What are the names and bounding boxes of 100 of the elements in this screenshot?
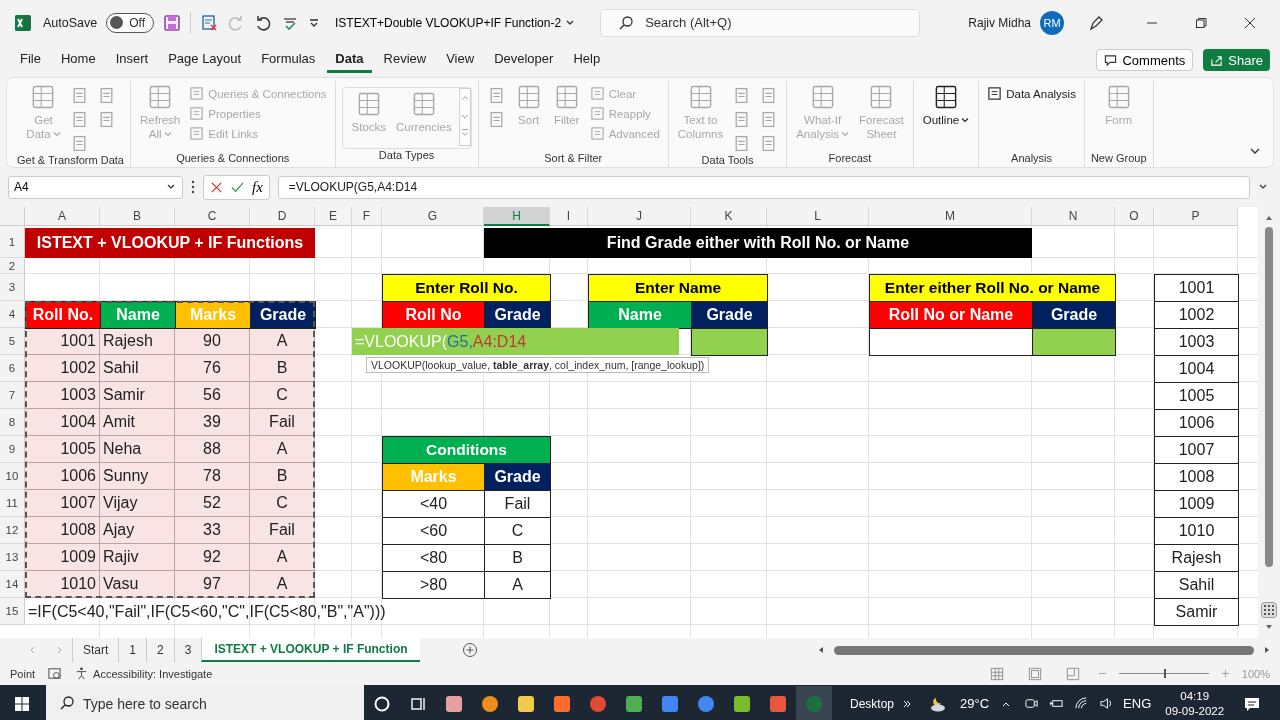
cancel-icon[interactable] (210, 180, 223, 194)
column-header[interactable]: N (1032, 207, 1115, 226)
document-title[interactable]: ISTEXT+Double VLOOKUP+IF Function-2 (335, 15, 576, 30)
column-header[interactable]: E (315, 207, 352, 226)
menu-tab[interactable]: Developer (486, 47, 562, 73)
table-cell: Fail (484, 490, 551, 518)
app-icon[interactable] (444, 693, 464, 714)
undo-icon[interactable] (254, 13, 272, 32)
column-header[interactable]: L (767, 207, 869, 226)
menu-tab[interactable]: Home (52, 47, 104, 73)
row-header[interactable]: 3 (0, 274, 25, 301)
sheet-tab[interactable]: ISTEXT + VLOOKUP + IF Function (201, 638, 420, 662)
search-field[interactable]: Search (Alt+Q) (600, 8, 921, 37)
menu-tab[interactable]: Page Layout (160, 47, 250, 73)
share-button[interactable]: Share (1203, 49, 1270, 71)
row-header[interactable]: 6 (0, 355, 25, 382)
column-header[interactable]: K (691, 207, 767, 226)
row-header[interactable]: 9 (0, 436, 25, 463)
row-header[interactable]: 5 (0, 328, 25, 355)
ribbon-button[interactable]: Data Analysis (985, 85, 1078, 102)
column-header[interactable]: G (382, 207, 484, 226)
app-icon[interactable] (660, 693, 680, 714)
row-header[interactable]: 1 (0, 226, 25, 258)
app-icon[interactable] (516, 693, 536, 714)
sheet-tab[interactable]: Start (72, 638, 119, 662)
horizontal-scrollbar[interactable] (834, 645, 1254, 655)
app-icon[interactable] (768, 693, 788, 714)
column-header[interactable]: D (250, 207, 315, 226)
keypad-icon[interactable] (1261, 602, 1277, 618)
temperature[interactable]: 29°C (960, 696, 990, 711)
column-header[interactable]: J (588, 207, 691, 226)
column-header[interactable]: P (1154, 207, 1238, 226)
user-avatar[interactable]: RM (1040, 10, 1064, 35)
clock-time[interactable]: 04:19 (1180, 688, 1210, 704)
table-cell: Rajesh (1154, 544, 1239, 572)
add-sheet-icon[interactable] (461, 642, 478, 658)
scroll-thumb[interactable] (1265, 227, 1273, 567)
column-header[interactable]: O (1115, 207, 1154, 226)
desktop-label[interactable]: Desktop (850, 696, 895, 711)
row-header[interactable]: 13 (0, 544, 25, 571)
table-cell: 1006 (1154, 409, 1239, 437)
input-cell[interactable] (691, 328, 768, 356)
camera-icon[interactable] (1024, 696, 1040, 711)
sheet-tab[interactable]: 1 (118, 638, 147, 662)
row-header[interactable]: 4 (0, 301, 25, 328)
row-header[interactable]: 7 (0, 382, 25, 409)
clock-date[interactable]: 09-09-2022 (1165, 703, 1225, 719)
name-box[interactable]: A4 (8, 175, 183, 199)
input-cell[interactable] (1032, 328, 1116, 356)
row-header[interactable]: 15 (0, 598, 25, 625)
app-icon[interactable] (624, 693, 644, 714)
menu-tab[interactable]: Review (375, 47, 435, 73)
table-cell: 76 (175, 355, 250, 382)
page-layout-icon[interactable] (1027, 666, 1042, 681)
row-header[interactable]: 2 (0, 258, 25, 274)
formula-field[interactable]: =VLOOKUP(G5,A4:D14 (277, 175, 1250, 199)
row-header[interactable]: 10 (0, 463, 25, 490)
menu-tab[interactable]: View (438, 47, 483, 73)
menu-tab[interactable]: File (12, 47, 49, 73)
enter-icon[interactable] (231, 180, 244, 194)
input-cell[interactable] (869, 328, 1033, 356)
chevron-icon[interactable] (902, 698, 913, 709)
zoom-slider-thumb[interactable] (1163, 669, 1166, 678)
app-icon[interactable] (696, 693, 716, 714)
menu-tab[interactable]: Formulas (253, 47, 324, 73)
column-header[interactable]: F (352, 207, 382, 226)
column-header[interactable]: A (25, 207, 100, 226)
ribbon-button[interactable]: Outline (919, 81, 973, 129)
autosave-toggle[interactable]: Off (106, 12, 154, 33)
form-icon[interactable] (200, 13, 218, 32)
normal-view-icon[interactable] (989, 666, 1004, 681)
row-header[interactable]: 12 (0, 517, 25, 544)
column-header[interactable]: B (100, 207, 175, 226)
restore-icon[interactable] (1195, 16, 1207, 29)
column-header[interactable]: M (869, 207, 1032, 226)
column-title: Roll No or Name (869, 301, 1033, 329)
insert-function-button[interactable]: fx (252, 178, 263, 196)
accessibility-status[interactable]: Accessibility: Investigate (93, 667, 213, 680)
row-header[interactable]: 11 (0, 490, 25, 517)
app-icon[interactable] (552, 693, 572, 714)
menu-tab[interactable]: Help (565, 47, 609, 73)
language-indicator[interactable]: ENG (1123, 696, 1152, 711)
sheet-tab[interactable]: 2 (146, 638, 174, 662)
table-cell: C (250, 382, 315, 409)
save-icon[interactable] (163, 13, 181, 32)
app-icon[interactable] (480, 693, 500, 714)
macro-icon[interactable] (47, 666, 63, 681)
menu-tab[interactable]: Data (327, 47, 372, 73)
menu-tab[interactable]: Insert (107, 47, 157, 73)
windows-icon[interactable] (14, 695, 30, 712)
row-header[interactable]: 14 (0, 571, 25, 598)
comments-button[interactable]: Comments (1096, 49, 1194, 71)
row-header[interactable]: 8 (0, 409, 25, 436)
app-icon[interactable] (732, 693, 752, 714)
customize-icon[interactable] (308, 16, 320, 29)
column-header[interactable]: I (550, 207, 588, 226)
close-icon[interactable] (1244, 16, 1256, 29)
column-header[interactable]: C (175, 207, 250, 226)
column-header[interactable]: H (484, 207, 550, 226)
taskbar-search-field[interactable]: Type here to search (46, 685, 364, 720)
